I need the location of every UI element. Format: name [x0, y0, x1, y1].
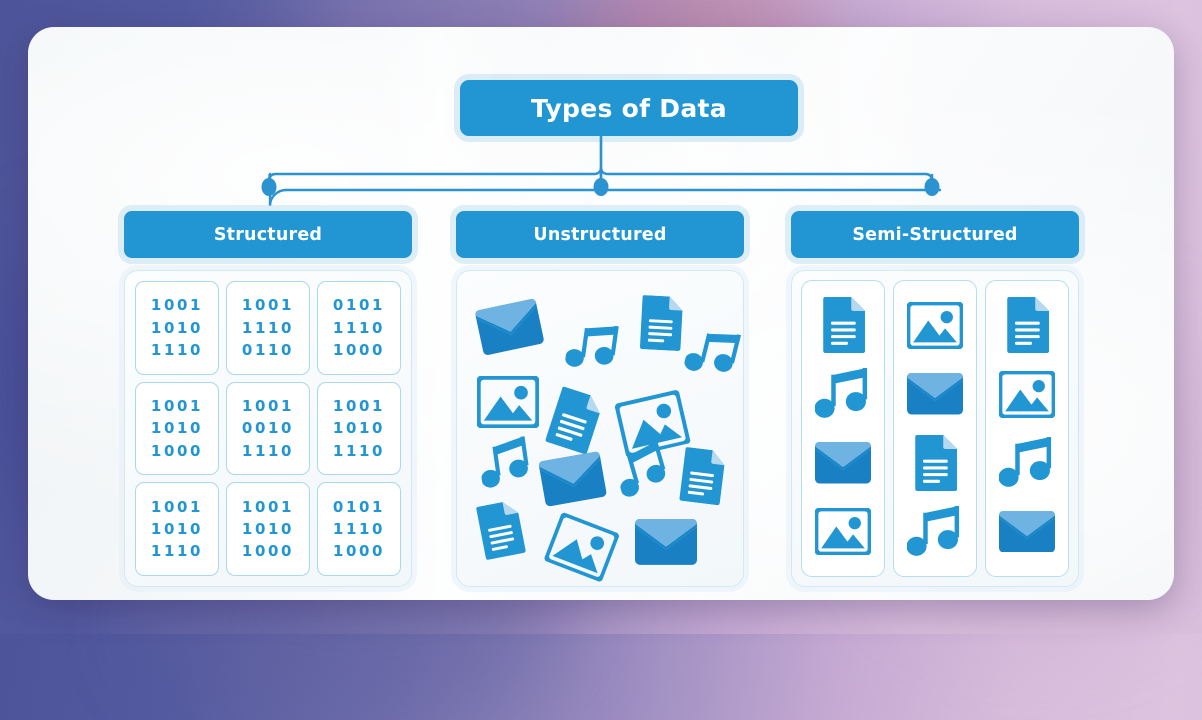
- binary-row: 1000: [332, 340, 386, 359]
- binary-cell: 1001 1010 1110: [317, 381, 401, 476]
- document-icon: [1005, 295, 1050, 355]
- envelope-icon: [907, 364, 963, 424]
- scattered-icon-cluster: [457, 271, 743, 586]
- binary-row: 1010: [150, 419, 204, 438]
- binary-row: 0010: [241, 419, 295, 438]
- binary-row: 1110: [241, 318, 295, 337]
- binary-row: 0101: [332, 497, 386, 516]
- binary-row: 1010: [150, 318, 204, 337]
- music-note-icon: [999, 433, 1055, 493]
- category-label-unstructured: Unstructured: [533, 224, 667, 245]
- binary-row: 1110: [332, 520, 386, 539]
- binary-cell: 0101 1110 1000: [317, 482, 401, 576]
- binary-row: 1000: [241, 542, 295, 561]
- category-header-unstructured[interactable]: Unstructured: [456, 211, 744, 258]
- semi-structured-columns: [801, 280, 1069, 577]
- category-label-semi-structured: Semi-Structured: [852, 224, 1018, 245]
- panel-unstructured: [456, 270, 744, 587]
- binary-cell: 1001 1010 1000: [135, 381, 219, 476]
- music-note-icon: [477, 436, 536, 495]
- binary-cell: 0101 1110 1000: [317, 281, 401, 375]
- binary-row: 1001: [241, 296, 295, 315]
- document-icon: [821, 295, 866, 355]
- document-icon: [677, 447, 726, 510]
- binary-row: 1001: [150, 397, 204, 416]
- envelope-icon: [538, 451, 608, 511]
- infographic-card: Types of Data Structured Unstructured Se…: [28, 27, 1174, 600]
- binary-row: 1110: [332, 318, 386, 337]
- binary-row: 1001: [241, 497, 295, 516]
- music-note-icon: [564, 320, 623, 379]
- music-note-icon: [815, 364, 871, 424]
- binary-row: 0110: [241, 340, 295, 359]
- panel-semi-structured: [791, 270, 1079, 587]
- binary-cell: 1001 1010 1110: [135, 482, 219, 576]
- semi-structured-column: [985, 280, 1069, 577]
- image-icon: [542, 512, 620, 586]
- binary-row: 1001: [150, 497, 204, 516]
- connector-endpoint-dots: [261, 178, 940, 196]
- music-note-icon: [681, 323, 743, 386]
- binary-row: 1001: [332, 397, 386, 416]
- binary-row: 1010: [332, 419, 386, 438]
- binary-row: 1001: [241, 397, 295, 416]
- document-icon: [638, 295, 684, 355]
- binary-row: 0101: [332, 296, 386, 315]
- envelope-icon: [474, 298, 545, 360]
- semi-structured-column: [801, 280, 885, 577]
- binary-row: 1000: [150, 441, 204, 460]
- image-icon: [815, 502, 871, 562]
- binary-row: 1110: [332, 441, 386, 460]
- document-icon: [913, 433, 958, 493]
- document-icon: [542, 385, 605, 458]
- panel-structured: 1001 1010 1110 1001 1110 0110 0101 1110 1000 1001…: [124, 270, 412, 587]
- binary-row: 1010: [150, 520, 204, 539]
- diagram-title-box: Types of Data: [460, 80, 798, 136]
- image-icon: [999, 364, 1055, 424]
- binary-row: 1010: [241, 520, 295, 539]
- envelope-icon: [815, 433, 871, 493]
- binary-cell: 1001 1010 1000: [226, 482, 310, 576]
- category-header-structured[interactable]: Structured: [124, 211, 412, 258]
- envelope-icon: [999, 502, 1055, 562]
- image-icon: [475, 374, 541, 432]
- binary-grid: 1001 1010 1110 1001 1110 0110 0101 1110 1000 1001…: [135, 281, 401, 576]
- binary-cell: 1001 0010 1110: [226, 381, 310, 476]
- music-note-icon: [907, 502, 963, 562]
- binary-row: 1110: [150, 542, 204, 561]
- binary-row: 1000: [332, 542, 386, 561]
- binary-cell: 1001 1010 1110: [135, 281, 219, 375]
- semi-structured-column: [893, 280, 977, 577]
- page-title: Types of Data: [531, 93, 727, 123]
- category-header-semi-structured[interactable]: Semi-Structured: [791, 211, 1079, 258]
- binary-row: 1001: [150, 296, 204, 315]
- envelope-icon: [635, 519, 697, 569]
- binary-row: 1110: [241, 441, 295, 460]
- image-icon: [907, 295, 963, 355]
- binary-row: 1110: [150, 340, 204, 359]
- binary-cell: 1001 1110 0110: [226, 281, 310, 375]
- document-icon: [474, 499, 527, 564]
- category-label-structured: Structured: [213, 224, 323, 245]
